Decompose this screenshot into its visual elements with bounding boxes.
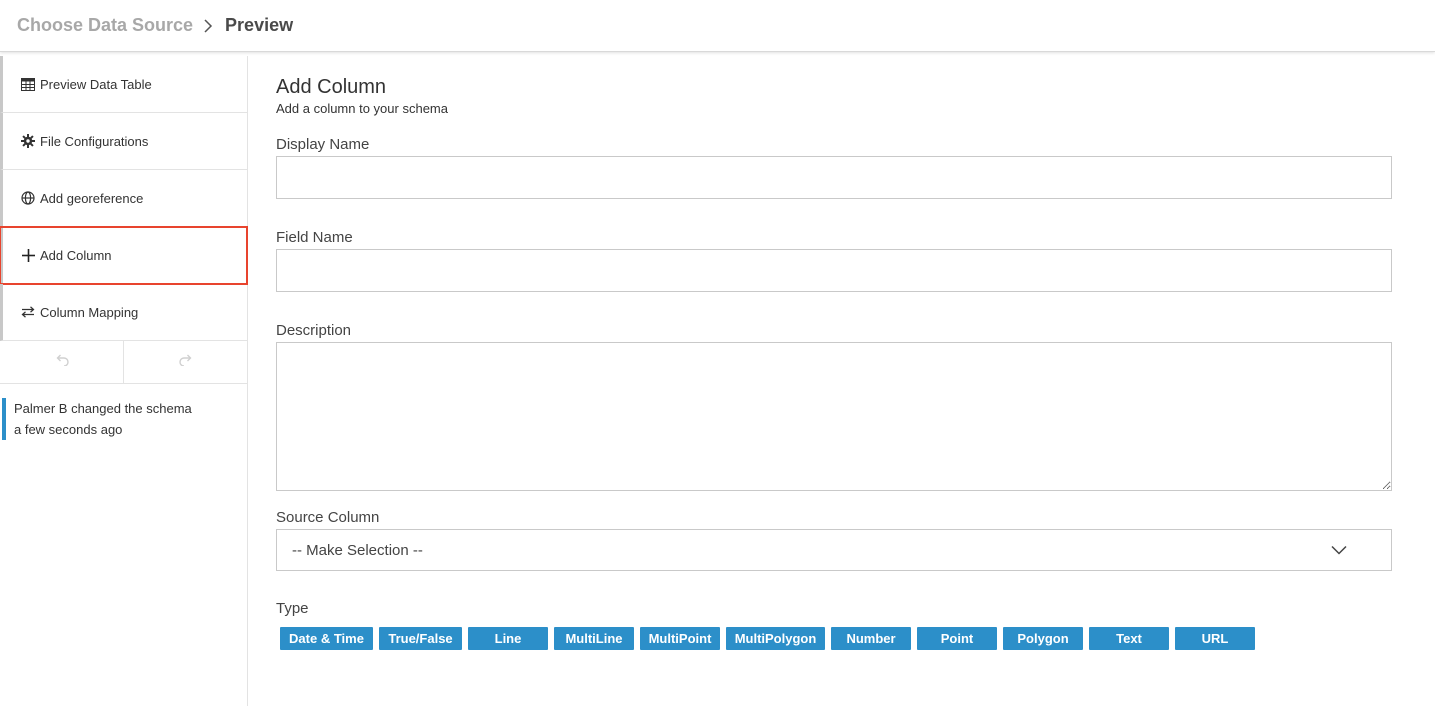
type-button-group: Date & Time True/False Line MultiLine Mu… [280, 627, 1261, 650]
chevron-right-icon [203, 18, 217, 33]
redo-icon [178, 353, 193, 371]
sidebar-item-add-column[interactable]: Add Column [0, 226, 248, 285]
sidebar-item-label: Add georeference [40, 190, 144, 206]
globe-icon [20, 190, 36, 206]
type-button-multipolygon[interactable]: MultiPolygon [726, 627, 825, 650]
activity-timestamp: a few seconds ago [14, 422, 123, 437]
swap-arrows-icon [20, 304, 36, 320]
undo-button[interactable] [0, 341, 124, 383]
type-button-true-false[interactable]: True/False [379, 627, 462, 650]
sidebar-item-label: Column Mapping [40, 304, 139, 320]
page-title: Add Column [276, 76, 387, 98]
sidebar-item-column-mapping[interactable]: Column Mapping [0, 284, 247, 341]
chevron-down-icon [1331, 542, 1347, 559]
breadcrumb-choose-data-source[interactable]: Choose Data Source [17, 15, 193, 36]
page-subtitle: Add a column to your schema [276, 101, 448, 116]
type-label: Type [276, 600, 309, 617]
type-button-multipoint[interactable]: MultiPoint [640, 627, 720, 650]
type-button-polygon[interactable]: Polygon [1003, 627, 1083, 650]
field-name-input[interactable] [276, 249, 1392, 292]
field-name-label: Field Name [276, 229, 353, 246]
description-textarea[interactable] [276, 342, 1392, 491]
type-button-url[interactable]: URL [1175, 627, 1255, 650]
display-name-input[interactable] [276, 156, 1392, 199]
breadcrumb: Choose Data Source Preview [0, 0, 1435, 52]
sidebar-item-label: Preview Data Table [40, 76, 152, 92]
activity-message: Palmer B changed the schema [14, 401, 192, 416]
type-button-text[interactable]: Text [1089, 627, 1169, 650]
undo-redo-bar [0, 341, 247, 384]
type-button-date-time[interactable]: Date & Time [280, 627, 373, 650]
gear-icon [20, 133, 36, 149]
plus-icon [20, 247, 36, 263]
activity-log-entry: Palmer B changed the schema a few second… [2, 398, 247, 440]
type-button-number[interactable]: Number [831, 627, 911, 650]
sidebar: Preview Data Table File Configurations A… [0, 56, 248, 706]
type-button-multiline[interactable]: MultiLine [554, 627, 634, 650]
type-button-point[interactable]: Point [917, 627, 997, 650]
description-label: Description [276, 322, 352, 339]
sidebar-item-add-georeference[interactable]: Add georeference [0, 170, 247, 227]
breadcrumb-preview: Preview [225, 15, 294, 35]
type-button-line[interactable]: Line [468, 627, 548, 650]
undo-icon [55, 353, 69, 371]
redo-button[interactable] [124, 341, 247, 383]
sidebar-item-file-configurations[interactable]: File Configurations [0, 113, 247, 170]
sidebar-item-label: Add Column [40, 247, 112, 263]
display-name-label: Display Name [276, 136, 370, 153]
sidebar-item-preview-data-table[interactable]: Preview Data Table [0, 56, 247, 113]
source-column-select[interactable]: -- Make Selection -- [276, 529, 1392, 571]
table-icon [20, 76, 36, 92]
sidebar-item-label: File Configurations [40, 133, 149, 149]
source-column-label: Source Column [276, 509, 380, 526]
source-column-value: -- Make Selection -- [292, 541, 423, 559]
